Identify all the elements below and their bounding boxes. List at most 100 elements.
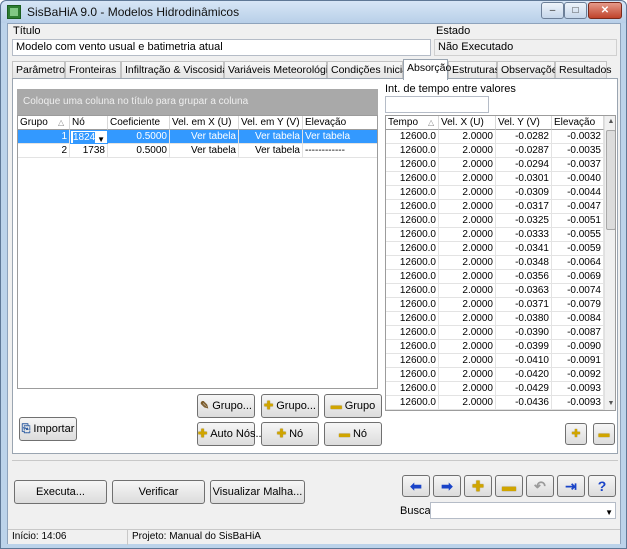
auto-nodes-button[interactable]: ✚ Auto Nós...: [197, 422, 265, 446]
cell-tempo[interactable]: 12600.0: [386, 368, 439, 382]
cell-elevacao[interactable]: -0.0035: [552, 144, 604, 158]
cell-vel-y[interactable]: -0.0399: [496, 340, 552, 354]
cell-tempo[interactable]: 12600.0: [386, 270, 439, 284]
cell-coeficiente[interactable]: 0.5000: [108, 144, 170, 158]
add-row-button[interactable]: ✚: [565, 423, 587, 445]
cell-vel-y[interactable]: -0.0287: [496, 144, 552, 158]
cell-tempo[interactable]: 12600.0: [386, 158, 439, 172]
remove-node-button[interactable]: ▬ Nó: [324, 422, 382, 446]
cell-vel-y[interactable]: -0.0380: [496, 312, 552, 326]
remove-row-button[interactable]: ▬: [593, 423, 615, 445]
cell-vel-x[interactable]: 2.0000: [439, 368, 496, 382]
col-header-coeficiente[interactable]: Coeficiente: [108, 116, 170, 130]
col-header-grupo[interactable]: Grupo △: [18, 116, 70, 130]
node-combobox[interactable]: 1824 ▼: [70, 130, 108, 144]
cell-vel-x[interactable]: 2.0000: [439, 312, 496, 326]
import-button[interactable]: ⎘ Importar: [19, 417, 77, 441]
cell-vel-y[interactable]: -0.0294: [496, 158, 552, 172]
cell-tempo[interactable]: 12600.0: [386, 186, 439, 200]
time-interval-input[interactable]: [385, 96, 489, 113]
cell-vel-x[interactable]: 2.0000: [439, 284, 496, 298]
cell-elevacao[interactable]: -0.0044: [552, 186, 604, 200]
exit-icon[interactable]: ⇥: [557, 475, 585, 497]
cell-vel-x[interactable]: 2.0000: [439, 186, 496, 200]
remove-group-button[interactable]: ▬ Grupo: [324, 394, 382, 418]
cell-vel-y[interactable]: -0.0390: [496, 326, 552, 340]
col-header-vel-y[interactable]: Vel. em Y (V): [239, 116, 303, 130]
cell-vel-x[interactable]: 2.0000: [439, 144, 496, 158]
cell-elevacao[interactable]: -0.0069: [552, 270, 604, 284]
col-header-vel-x[interactable]: Vel. em X (U): [170, 116, 239, 130]
title-input[interactable]: Modelo com vento usual e batimetria atua…: [12, 39, 431, 56]
cell-elevacao[interactable]: -0.0093: [552, 382, 604, 396]
close-button[interactable]: ✕: [588, 2, 622, 19]
cell-vel-y[interactable]: -0.0301: [496, 172, 552, 186]
scroll-thumb[interactable]: [606, 130, 615, 230]
cell-elevacao[interactable]: -0.0091: [552, 354, 604, 368]
cell-elevacao[interactable]: -0.0090: [552, 340, 604, 354]
cell-vel-x[interactable]: 2.0000: [439, 326, 496, 340]
cell-elevacao[interactable]: -0.0092: [552, 368, 604, 382]
cell-vel-y[interactable]: -0.0420: [496, 368, 552, 382]
cell-vel-x[interactable]: 2.0000: [439, 158, 496, 172]
cell-vel-x[interactable]: 2.0000: [439, 354, 496, 368]
cell-elevacao[interactable]: -0.0074: [552, 284, 604, 298]
cell-tempo[interactable]: 12600.0: [386, 312, 439, 326]
cell-vel-y[interactable]: -0.0348: [496, 256, 552, 270]
cell-vel-x[interactable]: 2.0000: [439, 200, 496, 214]
cell-vel-x[interactable]: 2.0000: [439, 256, 496, 270]
cell-tempo[interactable]: 12600.0: [386, 298, 439, 312]
cell-vel-y[interactable]: -0.0309: [496, 186, 552, 200]
tab-observacoes[interactable]: Observações: [497, 61, 563, 79]
cell-grupo[interactable]: 1: [18, 130, 70, 144]
cell-vel-x[interactable]: Ver tabela: [170, 144, 239, 158]
minimize-button[interactable]: –: [541, 2, 564, 19]
cell-vel-x[interactable]: 2.0000: [439, 130, 496, 144]
cell-elevacao[interactable]: -0.0079: [552, 298, 604, 312]
cell-elevacao[interactable]: -0.0059: [552, 242, 604, 256]
cell-vel-x[interactable]: 2.0000: [439, 214, 496, 228]
cell-vel-y[interactable]: -0.0325: [496, 214, 552, 228]
tab-estruturas[interactable]: Estruturas: [448, 61, 500, 79]
cell-tempo[interactable]: 12600.0: [386, 144, 439, 158]
tab-absorcao[interactable]: Absorção: [403, 59, 451, 80]
col-header-tempo[interactable]: Tempo △: [386, 116, 439, 130]
cell-vel-x[interactable]: 2.0000: [439, 340, 496, 354]
col-header-elevacao[interactable]: Elevação: [552, 116, 604, 130]
tab-variaveis-meteorologicas[interactable]: Variáveis Meteorológicas: [224, 61, 345, 79]
cell-tempo[interactable]: 12600.0: [386, 396, 439, 410]
cell-tempo[interactable]: 12600.0: [386, 354, 439, 368]
chevron-down-icon[interactable]: ▼: [97, 133, 105, 143]
cell-vel-x[interactable]: 2.0000: [439, 270, 496, 284]
cell-vel-y[interactable]: Ver tabela: [239, 130, 303, 144]
add-record-button[interactable]: ✚: [464, 475, 492, 497]
cell-elevacao[interactable]: -0.0087: [552, 326, 604, 340]
add-node-button[interactable]: ✚ Nó: [261, 422, 319, 446]
cell-tempo[interactable]: 12600.0: [386, 256, 439, 270]
cell-vel-y[interactable]: -0.0317: [496, 200, 552, 214]
cell-tempo[interactable]: 12600.0: [386, 214, 439, 228]
cell-vel-y[interactable]: -0.0363: [496, 284, 552, 298]
group-by-panel[interactable]: Coloque uma coluna no título para grupar…: [17, 89, 378, 115]
cell-tempo[interactable]: 12600.0: [386, 284, 439, 298]
cell-elevacao[interactable]: -0.0084: [552, 312, 604, 326]
cell-vel-x[interactable]: Ver tabela: [170, 130, 239, 144]
col-header-elevacao[interactable]: Elevação: [303, 116, 377, 130]
cell-elevacao[interactable]: -0.0047: [552, 200, 604, 214]
undo-icon[interactable]: ↶: [526, 475, 554, 497]
arrow-left-icon[interactable]: ⬅: [402, 475, 430, 497]
cell-vel-y[interactable]: Ver tabela: [239, 144, 303, 158]
cell-vel-x[interactable]: 2.0000: [439, 242, 496, 256]
tab-fronteiras[interactable]: Fronteiras: [65, 61, 121, 79]
cell-no[interactable]: 1738: [70, 144, 108, 158]
cell-elevacao[interactable]: -0.0032: [552, 130, 604, 144]
verificar-button[interactable]: Verificar: [112, 480, 205, 504]
help-icon[interactable]: ?: [588, 475, 616, 497]
col-header-vel-x[interactable]: Vel. X (U): [439, 116, 496, 130]
arrow-right-icon[interactable]: ➡: [433, 475, 461, 497]
cell-elevacao[interactable]: -0.0055: [552, 228, 604, 242]
col-header-no[interactable]: Nó: [70, 116, 108, 130]
cell-vel-y[interactable]: -0.0341: [496, 242, 552, 256]
cell-tempo[interactable]: 12600.0: [386, 382, 439, 396]
cell-vel-x[interactable]: 2.0000: [439, 228, 496, 242]
